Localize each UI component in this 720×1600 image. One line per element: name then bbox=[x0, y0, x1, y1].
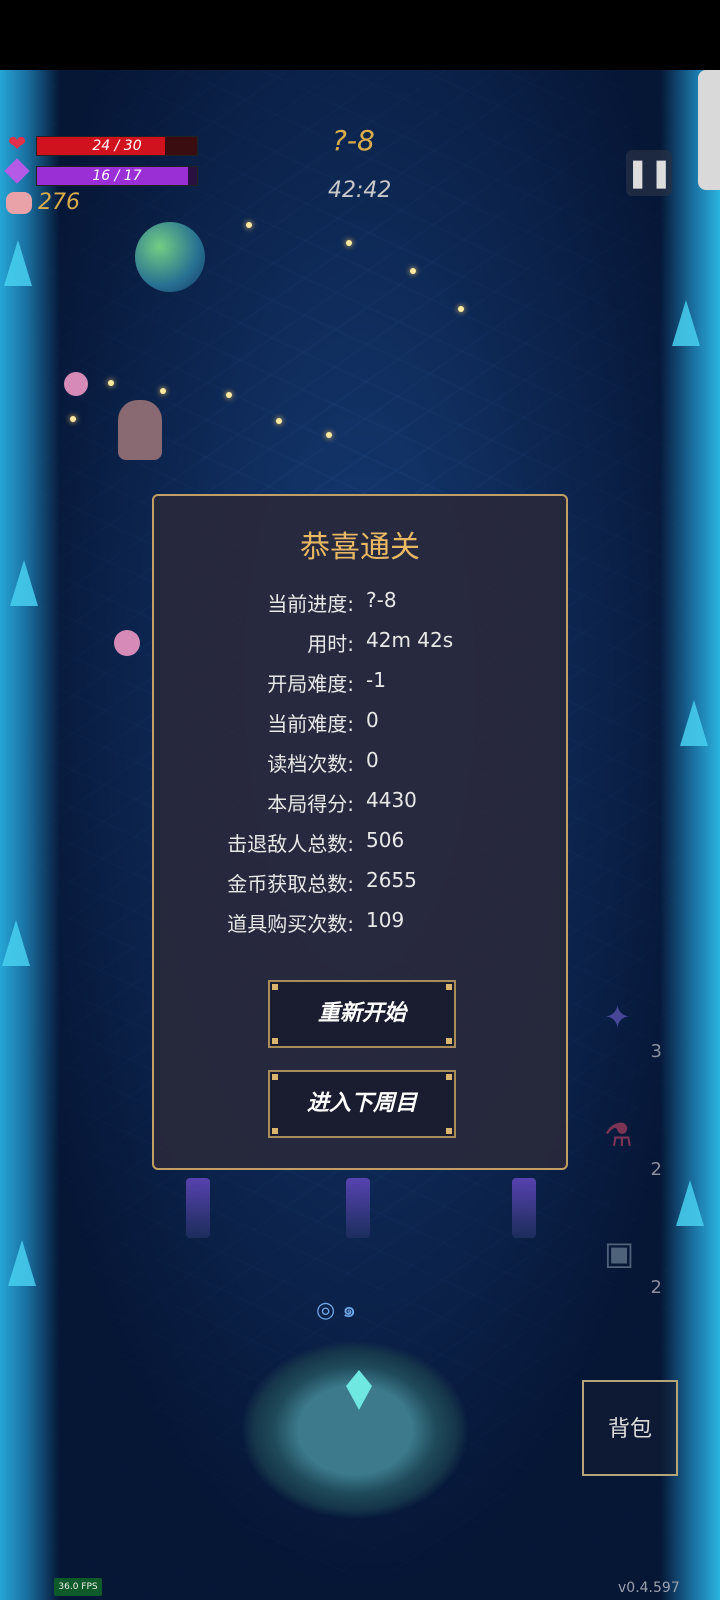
run-timer: 42:42 bbox=[328, 178, 392, 203]
left-crystal-wall bbox=[0, 70, 60, 1600]
stat-label: 读档次数: bbox=[267, 752, 354, 776]
shuriken-icon: ✦ bbox=[604, 998, 631, 1036]
stat-label: 开局难度: bbox=[267, 672, 354, 696]
spark-effect bbox=[458, 306, 464, 312]
stat-value: 0 bbox=[366, 748, 379, 772]
piggy-bank-icon bbox=[6, 192, 32, 214]
crystal-decoration bbox=[2, 920, 30, 966]
heart-icon: ❤ bbox=[8, 132, 27, 157]
shop-slot-crate[interactable]: ▣ 2 bbox=[578, 1212, 668, 1302]
corner-ornament bbox=[446, 1074, 452, 1080]
stat-value: 4430 bbox=[366, 788, 417, 812]
stat-row-score: 本局得分: 4430 bbox=[154, 788, 566, 818]
corner-ornament bbox=[272, 1038, 278, 1044]
stat-value: 0 bbox=[366, 708, 379, 732]
version-label: v0.4.597 bbox=[618, 1580, 680, 1596]
shop-count: 3 bbox=[650, 1041, 662, 1062]
stat-value: 109 bbox=[366, 908, 405, 932]
crate-icon: ▣ bbox=[604, 1234, 635, 1272]
torch-pillar bbox=[186, 1178, 210, 1238]
bubble-orb bbox=[135, 222, 205, 292]
coin-count: 276 bbox=[38, 190, 80, 215]
corner-ornament bbox=[272, 984, 278, 990]
spark-effect bbox=[326, 432, 332, 438]
torch-pillar bbox=[346, 1178, 370, 1238]
pause-icon: ❚❚ bbox=[626, 156, 673, 189]
stat-label: 本局得分: bbox=[267, 792, 354, 816]
crystal-decoration bbox=[680, 700, 708, 746]
torch-pillar bbox=[512, 1178, 536, 1238]
corner-ornament bbox=[446, 1128, 452, 1134]
stat-row-enemies: 击退敌人总数: 506 bbox=[154, 828, 566, 858]
stat-label: 金币获取总数: bbox=[227, 872, 354, 896]
health-text: 24 / 30 bbox=[92, 138, 142, 154]
crystal-decoration bbox=[10, 560, 38, 606]
player-character bbox=[118, 400, 162, 460]
swirl-icon: ◎ ๑ bbox=[316, 1298, 357, 1323]
stat-label: 道具购买次数: bbox=[227, 912, 354, 936]
next-cycle-button[interactable]: 进入下周目 bbox=[268, 1070, 456, 1138]
stage-indicator: ?-8 bbox=[332, 124, 375, 157]
stat-row-progress: 当前进度: ?-8 bbox=[154, 588, 566, 618]
potion-icon: ⚗ bbox=[604, 1116, 633, 1154]
health-bar: 24 / 30 bbox=[36, 136, 198, 156]
stat-value: 2655 bbox=[366, 868, 417, 892]
enemy-orb bbox=[64, 372, 88, 396]
spark-effect bbox=[226, 392, 232, 398]
stat-row-time: 用时: 42m 42s bbox=[154, 628, 566, 658]
mana-bar: 16 / 17 bbox=[36, 166, 198, 186]
shop-slot-potion[interactable]: ⚗ 2 bbox=[578, 1094, 668, 1184]
stat-label: 击退敌人总数: bbox=[227, 832, 354, 856]
fps-counter: 36.0 FPS bbox=[54, 1578, 102, 1596]
stat-label: 当前难度: bbox=[267, 712, 354, 736]
stat-row-current-difficulty: 当前难度: 0 bbox=[154, 708, 566, 738]
spark-effect bbox=[246, 222, 252, 228]
stat-value: -1 bbox=[366, 668, 386, 692]
corner-ornament bbox=[272, 1074, 278, 1080]
corner-ornament bbox=[272, 1128, 278, 1134]
spark-effect bbox=[160, 388, 166, 394]
stat-value: 506 bbox=[366, 828, 405, 852]
enemy-orb bbox=[114, 630, 140, 656]
corner-ornament bbox=[446, 1038, 452, 1044]
mana-text: 16 / 17 bbox=[92, 168, 142, 184]
restart-label: 重新开始 bbox=[317, 1001, 406, 1026]
crystal-decoration bbox=[672, 300, 700, 346]
stat-row-purchases: 道具购买次数: 109 bbox=[154, 908, 566, 938]
pause-button[interactable]: ❚❚ bbox=[626, 150, 673, 196]
stat-value: 42m 42s bbox=[366, 628, 454, 652]
stat-row-gold: 金币获取总数: 2655 bbox=[154, 868, 566, 898]
spark-effect bbox=[410, 268, 416, 274]
shop-count: 2 bbox=[650, 1159, 662, 1180]
side-pull-tab[interactable] bbox=[698, 70, 720, 190]
stat-row-loads: 读档次数: 0 bbox=[154, 748, 566, 778]
stat-label: 当前进度: bbox=[267, 592, 354, 616]
spark-effect bbox=[70, 416, 76, 422]
dialog-title: 恭喜通关 bbox=[300, 530, 420, 565]
crystal-decoration bbox=[676, 1180, 704, 1226]
top-black-bar bbox=[0, 0, 720, 70]
exit-portal bbox=[240, 1340, 470, 1520]
stat-row-start-difficulty: 开局难度: -1 bbox=[154, 668, 566, 698]
next-cycle-label: 进入下周目 bbox=[306, 1091, 417, 1116]
spark-effect bbox=[346, 240, 352, 246]
stage-clear-dialog: 恭喜通关 当前进度: ?-8 用时: 42m 42s 开局难度: -1 当前难度… bbox=[152, 494, 568, 1170]
spark-effect bbox=[108, 380, 114, 386]
stat-label: 用时: bbox=[307, 632, 354, 656]
backpack-button[interactable]: 背包 bbox=[582, 1380, 678, 1476]
crystal-decoration bbox=[4, 240, 32, 286]
corner-ornament bbox=[446, 984, 452, 990]
shop-count: 2 bbox=[650, 1277, 662, 1298]
spark-effect bbox=[276, 418, 282, 424]
shop-slot-shuriken[interactable]: ✦ 3 bbox=[578, 976, 668, 1066]
stat-value: ?-8 bbox=[366, 588, 397, 612]
crystal-decoration bbox=[8, 1240, 36, 1286]
restart-button[interactable]: 重新开始 bbox=[268, 980, 456, 1048]
